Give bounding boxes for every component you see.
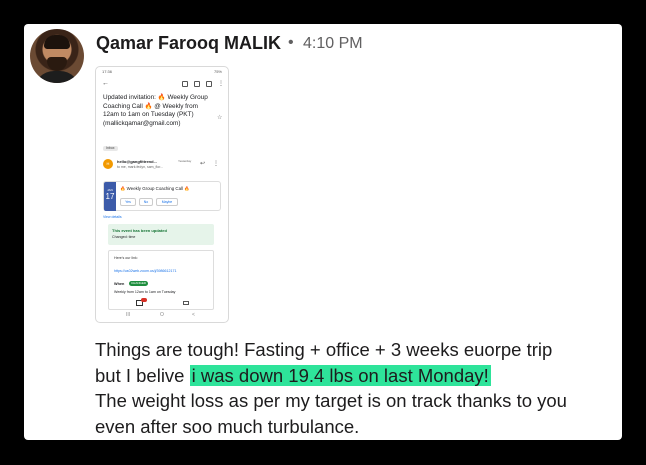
attachment-screenshot[interactable]: 17:36 75% ← ⋮ Updated invitation: 🔥 Week… [95,66,229,323]
name-separator: • [288,34,294,51]
avatar-hair [44,35,70,49]
status-battery: 75% [213,69,222,74]
message-text-plain: but I belive [95,364,190,386]
mail-badge [141,298,147,302]
sender-date: Yesterday [178,159,192,163]
home-icon: O [160,312,164,318]
avatar-beard [47,57,67,71]
more-icon: ⋮ [213,161,219,167]
message-line: but I belive i was down 19.4 lbs on last… [95,363,615,389]
email-subject: Updated invitation: 🔥 Weekly Group Coach… [103,94,222,128]
recents-icon: III [126,312,131,318]
when-text: Weekly from 12am to 1am on Tuesday [114,290,176,294]
status-time: 17:36 [102,69,113,74]
star-icon: ☆ [217,115,223,121]
body-intro: Here's our link: [114,256,138,260]
event-card: JAN 17 🔥 Weekly Group Coaching Call 🔥 Ye… [103,181,221,211]
highlighted-text: i was down 19.4 lbs on last Monday! [189,364,491,386]
back-arrow-icon: ← [102,80,109,87]
update-title: This event has been updated [112,228,167,233]
zoom-link: https://us02web.zoom.us/j/3986612171 [114,269,177,273]
changed-chip: CHANGED [129,281,149,286]
avatar[interactable] [30,29,84,83]
message-timestamp[interactable]: 4:10 PM [303,35,363,53]
calendar-date-icon: JAN 17 [104,182,116,211]
phone-status-bar: 17:36 75% [96,67,228,77]
avatar-shirt [34,71,80,83]
meet-nav-icon [183,301,189,305]
sender-email: hello@gangfittrend... [117,159,157,164]
mail-icon [206,81,212,87]
event-day: 17 [105,192,115,201]
more-icon: ⋮ [218,81,224,87]
sender-name[interactable]: Qamar Farooq MALIK [96,33,281,54]
archive-icon [182,81,188,87]
sender-recipients: to me, mark.fedyn, sam_flor... [117,165,164,169]
reply-icon: ↩ [200,161,206,167]
back-icon: < [192,312,195,318]
message-line: The weight loss as per my target is on t… [95,390,567,411]
rsvp-no-button: No [139,198,153,206]
mail-bottom-nav [96,298,228,310]
message-line: even after soo much turbulance. [95,415,360,437]
update-changed: Changed: time [112,235,136,239]
message-card: Qamar Farooq MALIK • 4:10 PM 17:36 75% ←… [24,24,622,440]
inbox-label: Inbox [103,146,118,151]
message-text: Things are tough! Fasting + office + 3 w… [95,337,615,439]
when-label: When [114,282,125,286]
message-line: Things are tough! Fasting + office + 3 w… [95,339,553,360]
rsvp-yes-button: Yes [120,198,136,206]
mail-toolbar: ← ⋮ [102,80,224,89]
sender-avatar: H [103,159,113,169]
event-title: 🔥 Weekly Group Coaching Call 🔥 [120,186,190,191]
rsvp-maybe-button: Maybe [156,198,178,206]
delete-icon [194,81,200,87]
update-notice: This event has been updated Changed: tim… [108,224,214,245]
system-nav-bar: III O < [96,312,228,322]
view-details-link: View details [103,215,122,219]
email-sender-row: H hello@gangfittrend... Yesterday to me,… [103,159,223,173]
email-subject-text: Updated invitation: 🔥 Weekly Group Coach… [103,94,208,127]
